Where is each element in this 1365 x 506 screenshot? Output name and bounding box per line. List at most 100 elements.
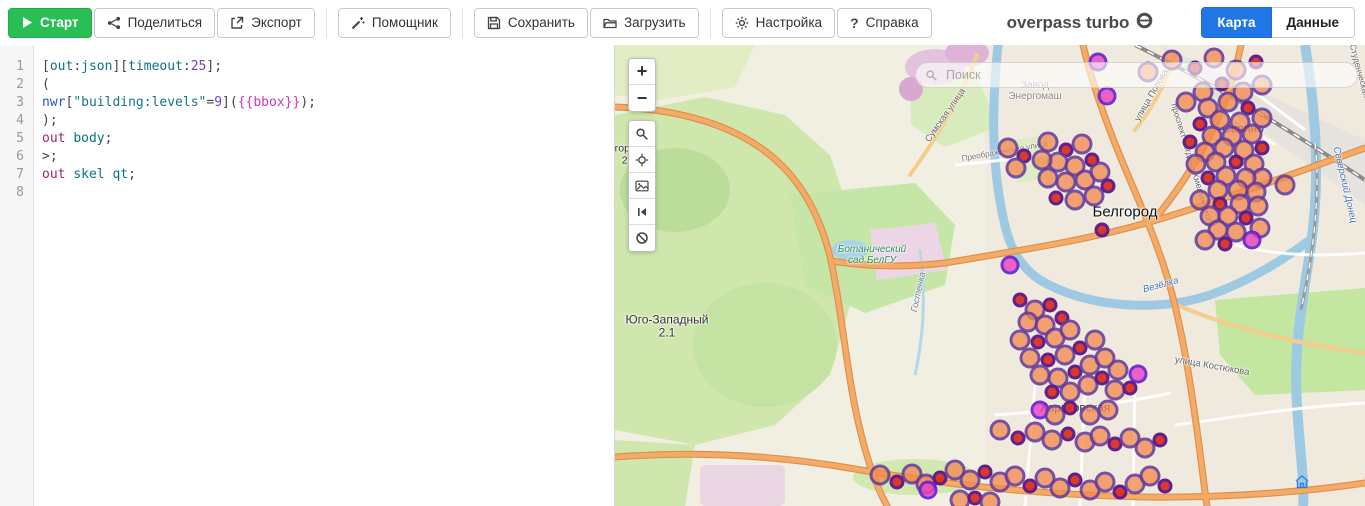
map-marker[interactable] <box>1107 359 1129 381</box>
code-line[interactable]: [out:json][timeout:25]; <box>42 58 614 76</box>
code-line[interactable]: out body; <box>42 130 614 148</box>
attribution-icon[interactable] <box>1294 474 1310 495</box>
code-token: out <box>42 167 66 182</box>
map-marker[interactable] <box>1048 190 1064 206</box>
app-title: overpass turbo <box>1006 12 1130 32</box>
map-marker[interactable] <box>1044 384 1060 400</box>
locate-button[interactable] <box>629 147 655 173</box>
map-marker[interactable] <box>1100 178 1116 194</box>
code-line[interactable]: ); <box>42 112 614 130</box>
view-tabs: Карта Данные <box>1201 7 1355 38</box>
map-marker[interactable] <box>1064 189 1086 211</box>
tab-map[interactable]: Карта <box>1201 7 1272 38</box>
save-button[interactable]: Сохранить <box>473 7 588 38</box>
map-marker[interactable] <box>1217 236 1233 252</box>
map-marker[interactable] <box>1152 432 1168 448</box>
zoom-control: + − <box>628 58 656 112</box>
zoom-in-button[interactable]: + <box>629 59 655 85</box>
code-token: body <box>73 131 105 146</box>
map-marker[interactable] <box>1274 174 1296 196</box>
settings-button[interactable]: Настройка <box>721 7 836 38</box>
code-line[interactable] <box>42 184 614 202</box>
map-marker[interactable] <box>1194 229 1216 251</box>
save-load-group: Сохранить Загрузить <box>473 7 699 38</box>
export-image-button[interactable] <box>629 173 655 199</box>
map-marker[interactable] <box>1157 478 1173 494</box>
map-marker[interactable] <box>979 491 1001 506</box>
map-marker[interactable] <box>869 464 891 486</box>
export-button[interactable]: Экспорт <box>217 7 315 38</box>
map-marker[interactable] <box>1175 91 1197 113</box>
map-marker[interactable] <box>1097 86 1117 106</box>
wizard-label: Помощник <box>371 15 438 30</box>
run-button[interactable]: Старт <box>8 7 92 38</box>
cancel-icon <box>636 232 648 244</box>
search-icon <box>926 69 937 81</box>
code-token: qt <box>112 167 129 182</box>
map-marker[interactable] <box>1242 230 1262 250</box>
load-button[interactable]: Загрузить <box>589 7 699 38</box>
line-number: 1 <box>16 59 24 74</box>
map-marker[interactable] <box>1031 149 1053 171</box>
toolbar-divider <box>461 7 463 38</box>
map-search-input[interactable] <box>944 67 1348 83</box>
tab-data[interactable]: Данные <box>1271 7 1355 38</box>
code-line[interactable]: ( <box>42 76 614 94</box>
crosshair-icon <box>635 153 649 166</box>
line-number: 5 <box>16 131 24 146</box>
help-button[interactable]: ? Справка <box>837 7 932 38</box>
map-marker[interactable] <box>1059 319 1081 341</box>
map-marker[interactable] <box>1041 429 1063 451</box>
code-token: ); <box>42 113 58 128</box>
code-token: 9 <box>214 95 223 110</box>
code-token: timeout <box>128 59 183 74</box>
code-token: "building:levels" <box>73 95 207 110</box>
code-token: ); <box>300 95 316 110</box>
code-token: : <box>182 59 191 74</box>
map-marker[interactable] <box>989 419 1011 441</box>
editor-code[interactable]: [out:json][timeout:25];(nwr["building:le… <box>34 45 614 506</box>
skip-back-button[interactable] <box>629 199 655 225</box>
map-marker[interactable] <box>1000 255 1020 275</box>
zoom-out-button[interactable]: − <box>629 85 655 111</box>
search-map-button[interactable] <box>629 121 655 147</box>
map-marker[interactable] <box>997 137 1019 159</box>
toolbar-divider <box>325 7 327 38</box>
code-token: ; <box>104 131 113 146</box>
map-marker[interactable] <box>1122 380 1138 396</box>
code-token: json <box>81 59 113 74</box>
code-line[interactable]: out skel qt; <box>42 166 614 184</box>
save-label: Сохранить <box>507 15 575 30</box>
code-token: out <box>49 59 74 74</box>
map-marker[interactable] <box>918 480 938 500</box>
map-pane[interactable]: СавиноБелгородЮго-Западный2.1Харьковская… <box>615 45 1365 506</box>
map-marker[interactable] <box>1094 222 1110 238</box>
run-label: Старт <box>40 15 79 30</box>
code-line[interactable]: >; <box>42 148 614 166</box>
map-marker[interactable] <box>1042 297 1058 313</box>
wizard-button[interactable]: Помощник <box>337 7 451 38</box>
map-search-bar <box>915 62 1358 88</box>
cancel-button[interactable] <box>629 225 655 251</box>
map-marker[interactable] <box>1097 399 1119 421</box>
settings-help-group: Настройка ? Справка <box>721 7 932 38</box>
overpass-turbo-logo <box>1136 12 1153 34</box>
map-tools-control <box>628 120 656 252</box>
wizard-group: Помощник <box>337 7 451 38</box>
image-icon <box>635 180 649 191</box>
map-marker[interactable] <box>1005 157 1027 179</box>
line-number: 2 <box>16 77 24 92</box>
map-marker[interactable] <box>1071 133 1093 155</box>
toolbar: Старт Поделиться Экспорт Помощник Сохран… <box>0 0 1365 45</box>
share-button[interactable]: Поделиться <box>93 7 216 38</box>
map-marker[interactable] <box>1010 430 1026 446</box>
code-token: ][ <box>112 59 129 74</box>
map-marker[interactable] <box>1182 134 1198 150</box>
map-marker[interactable] <box>1062 400 1078 416</box>
help-label: Справка <box>865 15 919 30</box>
share-icon <box>107 16 121 30</box>
code-token: ; <box>128 167 136 182</box>
query-editor[interactable]: 12345678 [out:json][timeout:25];(nwr["bu… <box>0 45 615 506</box>
map-marker[interactable] <box>1060 426 1076 442</box>
code-line[interactable]: nwr["building:levels"=9]({{bbox}}); <box>42 94 614 112</box>
